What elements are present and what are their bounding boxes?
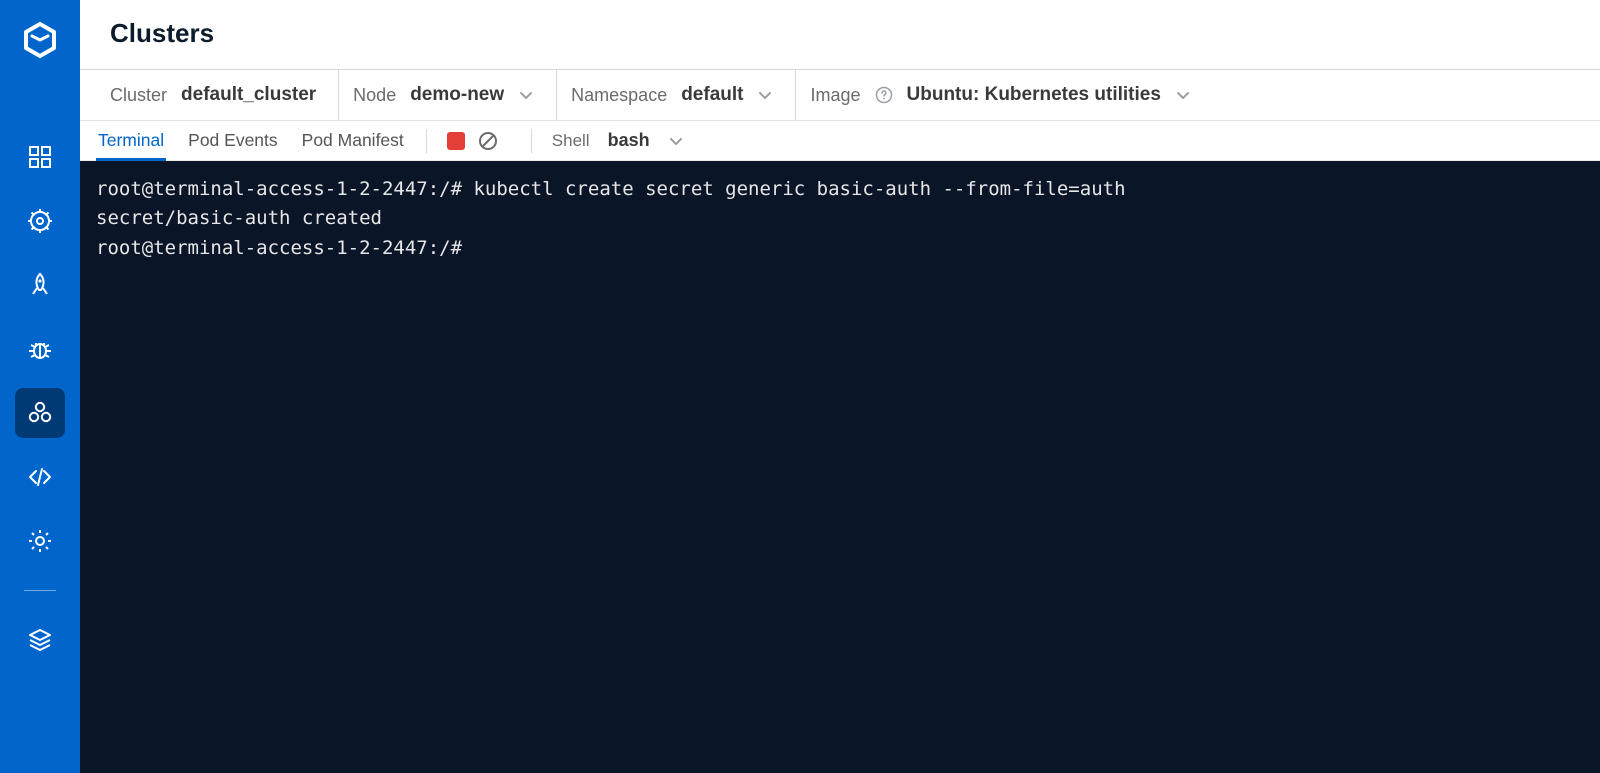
resources-icon [27, 400, 53, 426]
shell-selector[interactable]: Shell bash [552, 130, 684, 151]
filter-image-label: Image [810, 85, 860, 106]
filter-namespace-value: default [681, 84, 743, 106]
abort-button[interactable] [477, 130, 499, 152]
stack-icon [27, 627, 53, 653]
page-title: Clusters [110, 18, 1570, 49]
filter-namespace[interactable]: Namespace default [556, 70, 795, 120]
code-icon [27, 464, 53, 490]
main-area: Clusters Cluster default_cluster Node de… [80, 0, 1600, 773]
page-header: Clusters [80, 0, 1600, 69]
sub-row: Terminal Pod Events Pod Manifest Shell b… [80, 121, 1600, 161]
chevron-down-icon [757, 87, 773, 103]
filter-row: Cluster default_cluster Node demo-new Na… [80, 69, 1600, 121]
launch-icon [27, 272, 53, 298]
filter-node-label: Node [353, 85, 396, 106]
stop-icon [447, 132, 465, 150]
tabs: Terminal Pod Events Pod Manifest [96, 121, 406, 160]
sidebar-item-apps[interactable] [15, 132, 65, 182]
bug-icon [27, 336, 53, 362]
tab-pod-manifest[interactable]: Pod Manifest [300, 122, 406, 161]
sidebar-item-helm[interactable] [15, 196, 65, 246]
chevron-down-icon [518, 87, 534, 103]
shell-value: bash [608, 130, 650, 151]
sidebar-divider [24, 590, 56, 591]
filter-node[interactable]: Node demo-new [338, 70, 556, 120]
tab-terminal[interactable]: Terminal [96, 122, 166, 161]
sidebar-item-bug[interactable] [15, 324, 65, 374]
tab-pod-events[interactable]: Pod Events [186, 122, 280, 161]
abort-icon [477, 130, 499, 152]
help-icon[interactable] [875, 86, 893, 104]
terminal-output[interactable]: root@terminal-access-1-2-2447:/# kubectl… [80, 161, 1600, 773]
filter-cluster-label: Cluster [110, 85, 167, 106]
stop-button[interactable] [447, 132, 465, 150]
filter-cluster-value: default_cluster [181, 84, 316, 106]
sidebar-item-settings[interactable] [15, 516, 65, 566]
sidebar-item-launch[interactable] [15, 260, 65, 310]
settings-icon [27, 528, 53, 554]
helm-icon [27, 208, 53, 234]
chevron-down-icon [1175, 87, 1191, 103]
apps-icon [28, 145, 52, 169]
divider [426, 129, 427, 153]
divider [531, 129, 532, 153]
filter-node-value: demo-new [410, 84, 504, 106]
filter-image-value: Ubuntu: Kubernetes utilities [907, 84, 1161, 106]
sidebar-item-resources[interactable] [15, 388, 65, 438]
filter-image[interactable]: Image Ubuntu: Kubernetes utilities [795, 70, 1212, 120]
sidebar-item-stack[interactable] [15, 615, 65, 665]
filter-cluster[interactable]: Cluster default_cluster [96, 70, 338, 120]
filter-namespace-label: Namespace [571, 85, 667, 106]
app-logo[interactable] [18, 18, 62, 62]
sidebar [0, 0, 80, 773]
sidebar-item-code[interactable] [15, 452, 65, 502]
shell-label: Shell [552, 131, 590, 151]
chevron-down-icon [668, 133, 684, 149]
